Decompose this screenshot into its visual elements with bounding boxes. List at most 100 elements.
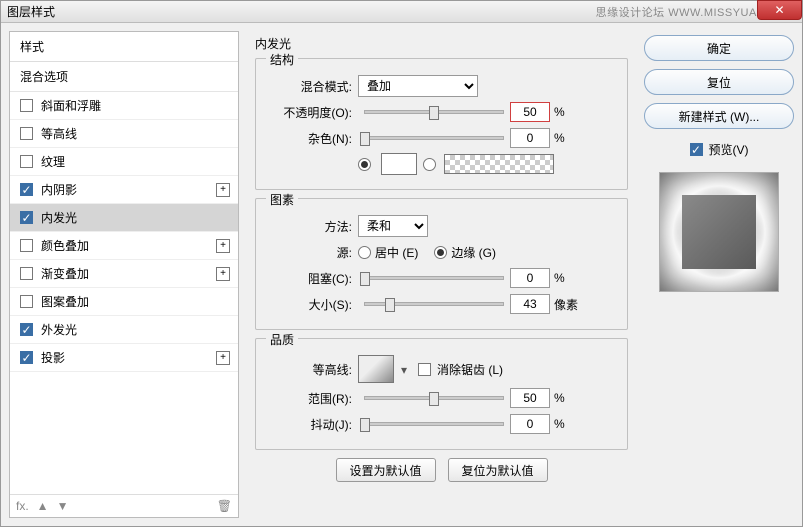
effect-checkbox[interactable] (20, 239, 33, 252)
reset-default-button[interactable]: 复位为默认值 (448, 458, 548, 482)
jitter-input[interactable]: 0 (510, 414, 550, 434)
color-radio[interactable] (358, 158, 371, 171)
close-icon: ✕ (774, 3, 784, 17)
blending-options[interactable]: 混合选项 (10, 62, 238, 92)
effect-item[interactable]: 图案叠加 (10, 288, 238, 316)
size-slider[interactable] (364, 302, 504, 306)
add-effect-icon[interactable]: + (216, 351, 230, 365)
trash-icon[interactable]: 🗑 (217, 499, 232, 513)
antialias-label: 消除锯齿 (L) (437, 361, 503, 378)
effect-checkbox[interactable] (20, 267, 33, 280)
effect-label: 等高线 (41, 125, 77, 142)
gradient-swatch[interactable] (444, 154, 554, 174)
effect-checkbox[interactable] (20, 127, 33, 140)
antialias-checkbox[interactable] (418, 363, 431, 376)
quality-group: 品质 等高线: 消除锯齿 (L) 范围(R): 50 % 抖动(J): (255, 338, 628, 450)
styles-footer: fx. ▲ ▼ 🗑 (10, 494, 238, 517)
jitter-slider[interactable] (364, 422, 504, 426)
effect-label: 颜色叠加 (41, 237, 89, 254)
source-edge-label: 边缘 (G) (451, 244, 496, 261)
effect-item[interactable]: 渐变叠加 + (10, 260, 238, 288)
add-effect-icon[interactable]: + (216, 267, 230, 281)
effect-item[interactable]: ✓ 内阴影 + (10, 176, 238, 204)
fx-menu-icon[interactable]: fx. (16, 499, 29, 513)
noise-slider[interactable] (364, 136, 504, 140)
close-button[interactable]: ✕ (757, 0, 802, 20)
choke-slider[interactable] (364, 276, 504, 280)
effect-item[interactable]: ✓ 投影 + (10, 344, 238, 372)
new-style-button[interactable]: 新建样式 (W)... (644, 103, 794, 129)
opacity-slider[interactable] (364, 110, 504, 114)
range-slider[interactable] (364, 396, 504, 400)
effect-checkbox[interactable]: ✓ (20, 351, 33, 364)
method-label: 方法: (266, 218, 358, 235)
noise-label: 杂色(N): (266, 130, 358, 147)
effect-item[interactable]: ✓ 外发光 (10, 316, 238, 344)
effect-checkbox[interactable] (20, 295, 33, 308)
effect-checkbox[interactable] (20, 99, 33, 112)
noise-input[interactable]: 0 (510, 128, 550, 148)
effect-checkbox[interactable]: ✓ (20, 183, 33, 196)
move-up-icon[interactable]: ▲ (37, 499, 49, 513)
effect-label: 渐变叠加 (41, 265, 89, 282)
effect-label: 纹理 (41, 153, 65, 170)
dialog-buttons: 确定 复位 新建样式 (W)... ✓ 预览(V) (644, 31, 794, 518)
effect-label: 外发光 (41, 321, 77, 338)
ok-button[interactable]: 确定 (644, 35, 794, 61)
cancel-button[interactable]: 复位 (644, 69, 794, 95)
blend-mode-select[interactable]: 叠加 (358, 75, 478, 97)
effect-label: 斜面和浮雕 (41, 97, 101, 114)
effect-title: 内发光 (255, 35, 628, 52)
elements-legend: 图素 (266, 191, 298, 208)
contour-picker[interactable] (358, 355, 394, 383)
elements-group: 图素 方法: 柔和 源: 居中 (E) 边缘 (G) 阻塞(C): 0 % (255, 198, 628, 330)
window-title: 图层样式 (7, 3, 596, 20)
choke-unit: % (554, 271, 578, 285)
gradient-radio[interactable] (423, 158, 436, 171)
choke-input[interactable]: 0 (510, 268, 550, 288)
effect-item[interactable]: 颜色叠加 + (10, 232, 238, 260)
add-effect-icon[interactable]: + (216, 239, 230, 253)
noise-unit: % (554, 131, 578, 145)
effect-label: 内阴影 (41, 181, 77, 198)
range-unit: % (554, 391, 578, 405)
choke-label: 阻塞(C): (266, 270, 358, 287)
settings-panel: 内发光 结构 混合模式: 叠加 不透明度(O): 50 % 杂色(N): 0 (247, 31, 636, 518)
source-edge-radio[interactable] (434, 246, 447, 259)
effect-label: 图案叠加 (41, 293, 89, 310)
preview-checkbox[interactable]: ✓ (690, 143, 703, 156)
effect-checkbox[interactable] (20, 155, 33, 168)
method-select[interactable]: 柔和 (358, 215, 428, 237)
effect-item[interactable]: ✓ 内发光 (10, 204, 238, 232)
source-center-radio[interactable] (358, 246, 371, 259)
styles-header: 样式 (10, 32, 238, 62)
color-swatch[interactable] (381, 153, 417, 175)
make-default-button[interactable]: 设置为默认值 (336, 458, 436, 482)
effect-item[interactable]: 斜面和浮雕 (10, 92, 238, 120)
source-label: 源: (266, 244, 358, 261)
structure-group: 结构 混合模式: 叠加 不透明度(O): 50 % 杂色(N): 0 % (255, 58, 628, 190)
jitter-unit: % (554, 417, 578, 431)
add-effect-icon[interactable]: + (216, 183, 230, 197)
effect-label: 投影 (41, 349, 65, 366)
effect-item[interactable]: 纹理 (10, 148, 238, 176)
contour-label: 等高线: (266, 361, 358, 378)
effect-label: 内发光 (41, 209, 77, 226)
opacity-label: 不透明度(O): (266, 104, 358, 121)
preview-thumbnail (659, 172, 779, 292)
styles-panel: 样式 混合选项 斜面和浮雕等高线纹理 ✓ 内阴影 + ✓ 内发光颜色叠加 + 渐变叠加 + 图案叠… (9, 31, 239, 518)
blend-mode-label: 混合模式: (266, 78, 358, 95)
quality-legend: 品质 (266, 331, 298, 348)
size-unit: 像素 (554, 296, 578, 313)
titlebar: 图层样式 思缘设计论坛 WWW.MISSYUAN.COM ✕ (1, 1, 802, 23)
opacity-input[interactable]: 50 (510, 102, 550, 122)
effect-checkbox[interactable]: ✓ (20, 323, 33, 336)
range-input[interactable]: 50 (510, 388, 550, 408)
size-input[interactable]: 43 (510, 294, 550, 314)
structure-legend: 结构 (266, 51, 298, 68)
effect-checkbox[interactable]: ✓ (20, 211, 33, 224)
effect-item[interactable]: 等高线 (10, 120, 238, 148)
jitter-label: 抖动(J): (266, 416, 358, 433)
move-down-icon[interactable]: ▼ (57, 499, 69, 513)
source-center-label: 居中 (E) (375, 244, 418, 261)
